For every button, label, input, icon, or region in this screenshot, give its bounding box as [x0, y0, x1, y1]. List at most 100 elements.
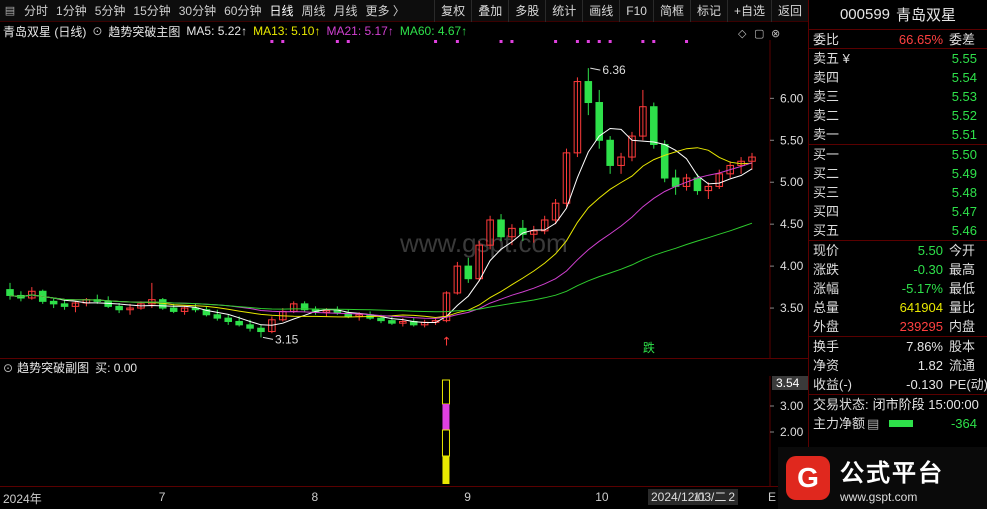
watermark-text: www.gspt.com — [399, 228, 568, 258]
ma60-value: MA60: 4.67↑ — [399, 24, 468, 38]
quote-value: 641904 — [899, 300, 943, 315]
cursor-value: 3.54 — [776, 376, 800, 390]
ma-line — [9, 127, 753, 326]
quote-value: 239295 — [899, 319, 943, 334]
list-icon[interactable]: ▤ — [867, 414, 879, 433]
toolbar-button[interactable]: 简框 — [652, 0, 690, 22]
signal-dot — [434, 40, 438, 43]
quote-panel: 000599 青岛双星 委比 66.65% 委差 卖五 ¥5.55 卖四 5.54 卖… — [808, 0, 987, 509]
candle-body — [693, 177, 702, 192]
period-tab[interactable]: 15分钟 — [129, 0, 174, 22]
quote-row: 收益(-) -0.130 PE(动) — [809, 375, 987, 394]
date-tick-label: 11 — [693, 490, 706, 504]
stock-title: 000599 青岛双星 — [809, 0, 987, 30]
candle-body — [660, 143, 669, 179]
toolbar-button[interactable]: 统计 — [545, 0, 582, 22]
quote-label: 买五 — [813, 223, 840, 238]
quote-value: 5.53 — [951, 89, 977, 104]
date-tick-label: 9 — [464, 490, 471, 504]
quote-row: 涨跌 -0.30 最高 — [809, 260, 987, 279]
sub-tick-label: 3.00 — [780, 399, 804, 413]
candle-body — [377, 317, 385, 322]
sub-indicator-chart[interactable]: 3.00 2.00 3.54 — [0, 376, 808, 486]
period-tab[interactable]: 周线 — [297, 0, 329, 22]
signal-dot — [281, 40, 285, 43]
trade-status-row: 交易状态: 闭市阶段 15:00:00 — [813, 397, 979, 412]
layout-icon[interactable]: ▤ — [0, 0, 20, 22]
signal-dot — [346, 40, 350, 43]
signal-dot — [335, 40, 339, 43]
candle-body — [388, 320, 396, 324]
toolbar-button[interactable]: +自选 — [726, 0, 771, 22]
high-label: 6.36 — [602, 63, 626, 77]
ask-list: 卖五 ¥ 5.55 卖四 5.54 卖三 5.53 卖二 5.52 卖一 5.51 — [809, 49, 987, 145]
candle-body — [497, 219, 505, 238]
window-icon[interactable]: ▢ — [754, 27, 764, 40]
period-tab[interactable]: 月线 — [330, 0, 362, 22]
close-icon[interactable]: ⊗ — [771, 27, 780, 40]
quote-label: 总量 — [813, 300, 840, 315]
period-tab[interactable]: 30分钟 — [175, 0, 220, 22]
ma13-value: MA13: 5.10↑ — [253, 24, 321, 38]
candle-body — [49, 300, 58, 305]
quote-label-2: 股本 — [949, 339, 976, 354]
quote-row: 买五 5.46 — [809, 221, 987, 240]
toolbar-button[interactable]: 复权 — [434, 0, 471, 22]
quote-row: 卖四 5.54 — [809, 68, 987, 87]
quote-label-2: PE(动) — [949, 377, 987, 392]
quote-label-2: 内盘 — [949, 319, 976, 334]
toolbar-button[interactable]: 标记 — [689, 0, 727, 22]
candle-body — [6, 289, 14, 296]
signal-label: 跌 — [643, 340, 655, 355]
period-tab[interactable]: 60分钟 — [220, 0, 265, 22]
period-tab[interactable]: 更多 〉 — [362, 0, 409, 22]
price-tick-label: 3.50 — [780, 301, 804, 315]
ma-line — [9, 222, 753, 313]
period-tab[interactable]: 日线 — [265, 0, 297, 22]
quote-row: 卖二 5.52 — [809, 106, 987, 125]
quote-row: 净资 1.82 流通 — [809, 356, 987, 375]
toolbar-button[interactable]: 叠加 — [471, 0, 508, 22]
quote-row: 买二 5.49 — [809, 164, 987, 183]
quote-label: 现价 — [813, 243, 840, 258]
indicator-name[interactable]: 趋势突破主图 — [108, 23, 180, 40]
toolbar-button[interactable]: F10 — [619, 0, 653, 22]
period-tab[interactable]: 分时 — [20, 0, 52, 22]
signal-bar-low — [441, 429, 450, 457]
period-tab[interactable]: 5分钟 — [91, 0, 130, 22]
settings-icon[interactable]: ◇ — [738, 27, 746, 40]
stock-code: 000599 — [839, 6, 891, 23]
netflow-bar — [889, 420, 914, 427]
candle-body — [246, 324, 254, 329]
ma-line — [9, 162, 753, 319]
toolbar-button[interactable]: 返回 — [770, 0, 808, 22]
quote-row: 换手 7.86% 股本 — [809, 337, 987, 356]
candle-body — [464, 265, 473, 280]
toolbar-button[interactable]: 多股 — [508, 0, 545, 22]
sub-collapse-icon[interactable]: ⊙ — [3, 361, 13, 375]
quote-label: 净资 — [813, 358, 840, 373]
toolbar-button[interactable]: 画线 — [582, 0, 619, 22]
quote-label: 卖五 ¥ — [813, 51, 850, 66]
ma5-value: MA5: 5.22↑ — [186, 24, 248, 38]
quote-label: 卖二 — [813, 108, 840, 123]
quote-value: -5.17% — [901, 281, 943, 296]
quote-label: 涨跌 — [813, 262, 840, 277]
collapse-icon[interactable]: ⊙ — [92, 24, 102, 38]
quote-label: 卖四 — [813, 70, 840, 85]
signal-dot — [575, 40, 579, 43]
date-tick-label: 2024年 — [3, 492, 42, 506]
period-tab[interactable]: 1分钟 — [52, 0, 91, 22]
quote-label: 卖三 — [813, 89, 840, 104]
sub-indicator-name[interactable]: 趋势突破副图 — [17, 359, 89, 376]
quote-row: 现价 5.50 今开 — [809, 241, 987, 260]
ma21-value: MA21: 5.17↑ — [326, 24, 394, 38]
quote-row: 卖三 5.53 — [809, 87, 987, 106]
quote-value: 1.82 — [917, 358, 943, 373]
candle-body — [60, 303, 69, 307]
candle-body — [257, 327, 265, 333]
candlestick-chart[interactable]: 6.00 5.50 5.00 4.50 4.00 3.50 www.gspt.com 6.36… — [0, 40, 808, 358]
quote-value: 5.48 — [951, 185, 977, 200]
toolbar-buttons: 复权 叠加 多股 统计 画线 F10 简框 标记 +自选 返回 — [434, 0, 808, 22]
stats-list: 现价 5.50 今开 涨跌 -0.30 最高 涨幅 -5.17% 最低 总量 641904 量比 外盘 2… — [809, 241, 987, 337]
